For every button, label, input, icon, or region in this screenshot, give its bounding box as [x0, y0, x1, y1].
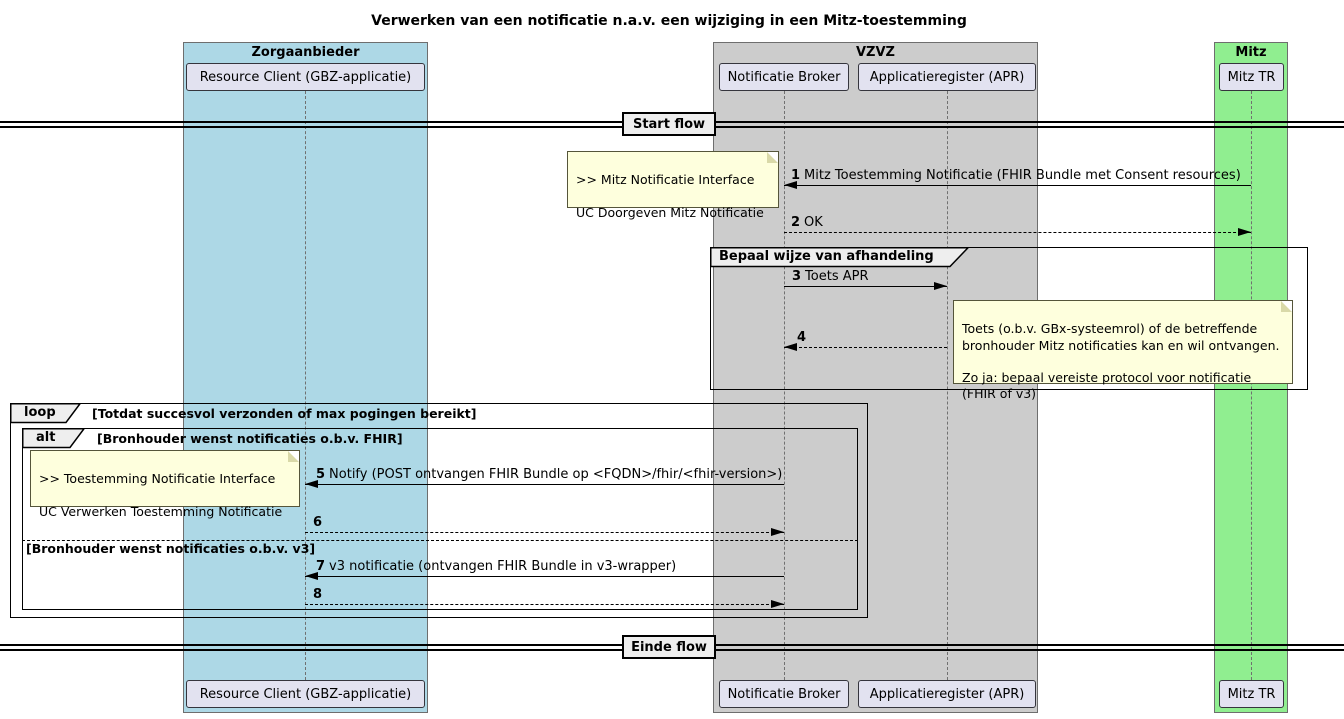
message-5-line — [305, 484, 784, 485]
message-3-label: 3Toets APR — [792, 269, 869, 284]
note-fold-icon — [767, 152, 778, 163]
message-4-arrowhead-icon — [784, 343, 797, 351]
message-7-line — [305, 576, 784, 577]
divider-einde-label: Einde flow — [622, 635, 716, 659]
diagram-title: Verwerken van een notificatie n.a.v. een… — [169, 13, 1169, 29]
participant-applicatieregister-bottom: Applicatieregister (APR) — [858, 680, 1036, 708]
note-toestemming-notificatie-interface-text: >> Toestemming Notificatie Interface UC … — [39, 471, 282, 519]
note-toets-apr: Toets (o.b.v. GBx-systeemrol) of de betr… — [953, 300, 1293, 384]
message-8-label: 8 — [313, 587, 326, 602]
frame-alt-condition: [Bronhouder wenst notificaties o.b.v. FH… — [97, 431, 403, 446]
box-label-mitz: Mitz — [1214, 45, 1288, 60]
message-1-line — [784, 185, 1251, 186]
participant-notificatie-broker-top: Notificatie Broker — [719, 63, 849, 91]
message-1-label: 1Mitz Toestemming Notificatie (FHIR Bund… — [791, 168, 1241, 183]
message-5-label: 5Notify (POST ontvangen FHIR Bundle op <… — [316, 467, 782, 482]
message-2-line — [784, 232, 1251, 233]
message-1-arrowhead-icon — [784, 181, 797, 189]
message-2-label: 2OK — [791, 215, 823, 230]
message-8-line — [305, 604, 784, 605]
box-label-vzvz: VZVZ — [713, 45, 1038, 60]
participant-mitz-tr-bottom: Mitz TR — [1219, 680, 1284, 708]
frame-loop-condition: [Totdat succesvol verzonden of max pogin… — [92, 406, 476, 421]
note-fold-icon — [1281, 301, 1292, 312]
box-label-zorgaanbieder: Zorgaanbieder — [183, 45, 428, 60]
frame-alt-else-condition: [Bronhouder wenst notificaties o.b.v. v3… — [26, 541, 315, 556]
note-fold-icon — [288, 451, 299, 462]
message-6-arrowhead-icon — [771, 528, 784, 536]
divider-start-label: Start flow — [622, 112, 716, 136]
participant-mitz-tr-top: Mitz TR — [1219, 63, 1284, 91]
message-6-line — [305, 532, 784, 533]
frame-loop-label: loop — [24, 405, 56, 420]
participant-applicatieregister-top: Applicatieregister (APR) — [858, 63, 1036, 91]
participant-resource-client-bottom: Resource Client (GBZ-applicatie) — [186, 680, 425, 708]
frame-bepaal-label: Bepaal wijze van afhandeling — [719, 249, 934, 264]
message-8-arrowhead-icon — [771, 600, 784, 608]
message-4-label: 4 — [797, 330, 810, 345]
participant-notificatie-broker-bottom: Notificatie Broker — [719, 680, 849, 708]
sequence-diagram: Verwerken van een notificatie n.a.v. een… — [0, 0, 1344, 719]
participant-resource-client-top: Resource Client (GBZ-applicatie) — [186, 63, 425, 91]
message-2-arrowhead-icon — [1238, 228, 1251, 236]
note-mitz-notificatie-interface: >> Mitz Notificatie Interface UC Doorgev… — [567, 151, 779, 208]
message-3-line — [784, 286, 947, 287]
message-7-label: 7v3 notificatie (ontvangen FHIR Bundle i… — [316, 559, 676, 574]
message-6-label: 6 — [313, 515, 326, 530]
frame-alt-label: alt — [36, 430, 55, 445]
note-mitz-notificatie-interface-text: >> Mitz Notificatie Interface UC Doorgev… — [576, 172, 764, 220]
message-3-arrowhead-icon — [934, 282, 947, 290]
message-5-arrowhead-icon — [305, 480, 318, 488]
message-4-line — [784, 347, 947, 348]
note-toestemming-notificatie-interface: >> Toestemming Notificatie Interface UC … — [30, 450, 300, 507]
message-7-arrowhead-icon — [305, 572, 318, 580]
